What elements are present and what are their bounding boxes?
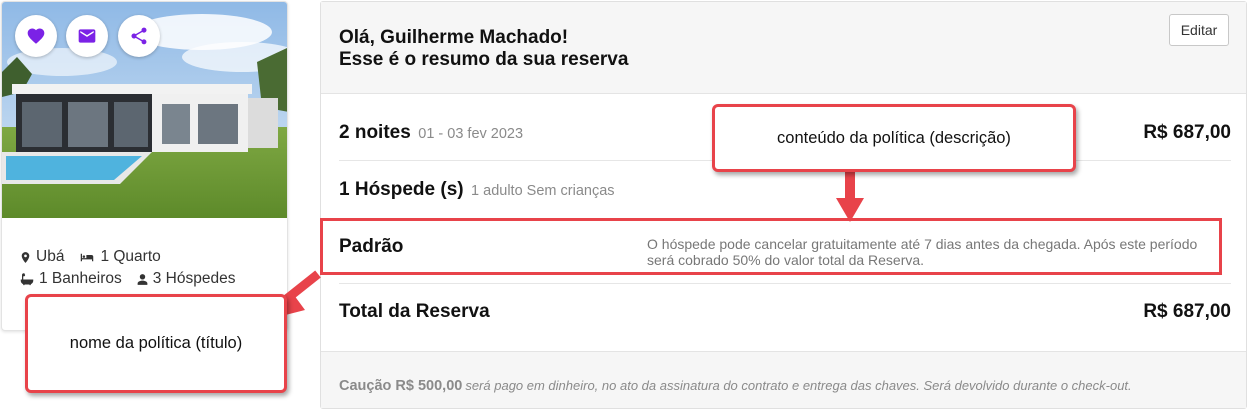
heart-icon [27, 28, 45, 44]
property-info: Ubá 1 Quarto 1 Banheiros 3 Hóspedes [19, 246, 249, 290]
title-callout: nome da política (título) [25, 294, 287, 393]
deposit-text: Caução R$ 500,00 será pago em dinheiro, n… [339, 378, 1132, 394]
nights-label: 2 noites [339, 122, 411, 143]
location-info: Ubá [19, 246, 64, 268]
nights-price: R$ 687,00 [1143, 122, 1231, 143]
envelope-icon [78, 29, 96, 43]
bed-icon [81, 253, 94, 261]
guests-label: 3 Hóspedes [152, 270, 236, 287]
property-card[interactable]: Ubá 1 Quarto 1 Banheiros 3 Hóspedes [1, 1, 288, 331]
reservation-summary: Olá, Guilherme Machado! Esse é o resumo … [320, 1, 1247, 409]
bathrooms-label: 1 Banheiros [39, 270, 122, 287]
total-row: Total da Reserva R$ 687,00 [339, 301, 1231, 323]
bedrooms-label: 1 Quarto [100, 248, 161, 265]
policy-highlight-box [320, 218, 1222, 275]
deposit-section: Caução R$ 500,00 será pago em dinheiro, n… [321, 351, 1246, 408]
user-icon [137, 273, 148, 285]
greeting-name: Olá, Guilherme Machado! [339, 27, 569, 48]
map-marker-icon [21, 251, 30, 263]
bedrooms-info: 1 Quarto [78, 246, 161, 268]
favorite-button[interactable] [15, 15, 57, 57]
guests-row: 1 Hóspede (s) 1 adulto Sem crianças [339, 179, 1231, 201]
guests-count: 1 Hóspede (s) [339, 179, 464, 200]
greeting-subtitle: Esse é o resumo da sua reserva [339, 49, 629, 70]
property-info-row-2: 1 Banheiros 3 Hóspedes [19, 268, 249, 290]
total-label: Total da Reserva [339, 301, 490, 322]
share-icon [131, 27, 147, 45]
total-price: R$ 687,00 [1143, 301, 1231, 322]
bathrooms-info: 1 Banheiros [19, 268, 122, 290]
greeting: Olá, Guilherme Machado! Esse é o resumo … [339, 27, 628, 71]
divider [339, 283, 1231, 284]
deposit-note: será pago em dinheiro, no ato da assinat… [465, 378, 1132, 393]
share-button[interactable] [118, 15, 160, 57]
bath-icon [20, 272, 34, 285]
edit-button[interactable]: Editar [1169, 14, 1229, 46]
deposit-label: Caução R$ 500,00 [339, 378, 463, 394]
location-label: Ubá [36, 248, 65, 265]
guests-info: 3 Hóspedes [136, 268, 236, 290]
property-info-row-1: Ubá 1 Quarto [19, 246, 249, 268]
message-button[interactable] [66, 15, 108, 57]
nights-dates: 01 - 03 fev 2023 [418, 126, 524, 142]
arrow-shaft [281, 270, 321, 305]
guests-detail: 1 adulto Sem crianças [471, 183, 615, 199]
page: Ubá 1 Quarto 1 Banheiros 3 Hóspedes Olá,… [0, 0, 1248, 413]
summary-header: Olá, Guilherme Machado! Esse é o resumo … [321, 2, 1246, 94]
description-callout: conteúdo da política (descrição) [712, 104, 1076, 172]
